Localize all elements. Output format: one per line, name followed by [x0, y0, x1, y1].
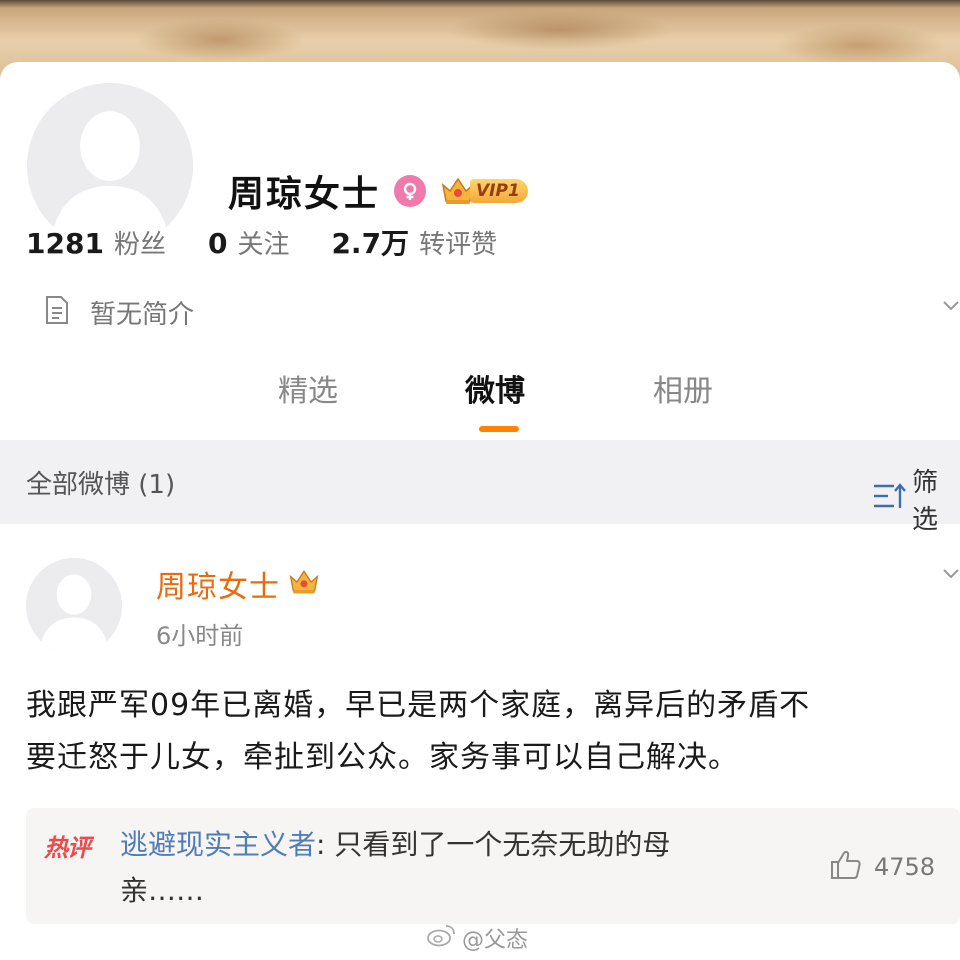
hot-comment-text: 逃避现实主义者: 只看到了一个无奈无助的母 亲…… [120, 822, 800, 914]
tab-featured[interactable]: 精选 [278, 366, 338, 410]
post-author-avatar[interactable] [26, 558, 122, 654]
following-count: 0 [207, 226, 228, 260]
vip-level-label: VIP1 [470, 179, 528, 203]
thumbs-up-icon [830, 850, 862, 884]
post-body: 我跟严军09年已离婚，早已是两个家庭，离异后的矛盾不 要迁怒于儿女，牵扯到公众。… [26, 680, 960, 784]
stat-following[interactable]: 0 关注 [208, 224, 290, 261]
weibo-logo-icon [426, 923, 456, 953]
hot-comment-line: 亲…… [120, 874, 205, 907]
profile-name-row: 周琼女士 VIP1 [228, 166, 528, 216]
followers-label: 粉丝 [113, 229, 166, 260]
post-author-name[interactable]: 周琼女士 [156, 562, 280, 606]
post-body-line: 要迁怒于儿女，牵扯到公众。家务事可以自己解决。 [26, 740, 739, 775]
followers-count: 1281 [26, 226, 104, 260]
weibo-profile-page: 周琼女士 VIP1 1281 粉丝 0 关注 2.7万 转评赞 暂无简介 精选 … [0, 0, 960, 960]
post-menu-chevron-icon[interactable] [942, 566, 960, 585]
chevron-down-icon[interactable] [942, 298, 960, 317]
like-count: 4758 [874, 853, 936, 881]
watermark: @父态 [426, 922, 528, 954]
stat-followers[interactable]: 1281 粉丝 [26, 224, 166, 261]
female-gender-icon [394, 175, 427, 207]
bio-text: 暂无简介 [90, 299, 195, 330]
post-timestamp: 6小时前 [156, 622, 244, 650]
filter-icon [872, 482, 906, 517]
hot-comment[interactable]: 热评 逃避现实主义者: 只看到了一个无奈无助的母 亲…… 4758 [26, 808, 960, 924]
filter-label: 筛选 [912, 468, 939, 535]
interactions-count: 2.7万 [331, 227, 410, 260]
profile-stats: 1281 粉丝 0 关注 2.7万 转评赞 [26, 222, 539, 262]
profile-tabs: 精选 微博 相册 [0, 366, 960, 438]
tab-album[interactable]: 相册 [653, 366, 713, 410]
hot-comment-author[interactable]: 逃避现实主义者 [120, 828, 316, 861]
document-icon [44, 295, 70, 329]
hot-comment-line: 只看到了一个无奈无助的母 [334, 828, 671, 861]
post-body-line: 我跟严军09年已离婚，早已是两个家庭，离异后的矛盾不 [26, 688, 811, 723]
default-avatar-icon [26, 558, 122, 654]
following-label: 关注 [237, 229, 290, 260]
filter-button[interactable]: 筛选 [872, 462, 960, 536]
hot-comment-tag: 热评 [44, 834, 91, 862]
profile-bio[interactable]: 暂无简介 [44, 292, 194, 332]
vip-crown-icon [288, 567, 320, 601]
watermark-text: @父态 [462, 928, 529, 953]
tab-weibo[interactable]: 微博 [465, 366, 525, 410]
hot-comment-separator: : [316, 828, 335, 861]
stat-interactions[interactable]: 2.7万 转评赞 [331, 222, 497, 262]
profile-name: 周琼女士 [228, 174, 381, 215]
profile-card: 周琼女士 VIP1 1281 粉丝 0 关注 2.7万 转评赞 暂无简介 精选 … [0, 62, 960, 440]
post-author-row: 周琼女士 [156, 562, 320, 606]
active-tab-indicator [479, 426, 519, 432]
vip-badge[interactable]: VIP1 [440, 175, 528, 207]
filter-bar: 全部微博 (1) 筛选 [0, 440, 960, 535]
all-posts-count: 全部微博 (1) [26, 470, 176, 500]
hot-comment-like-button[interactable]: 4758 [830, 850, 935, 884]
interactions-label: 转评赞 [419, 230, 498, 260]
